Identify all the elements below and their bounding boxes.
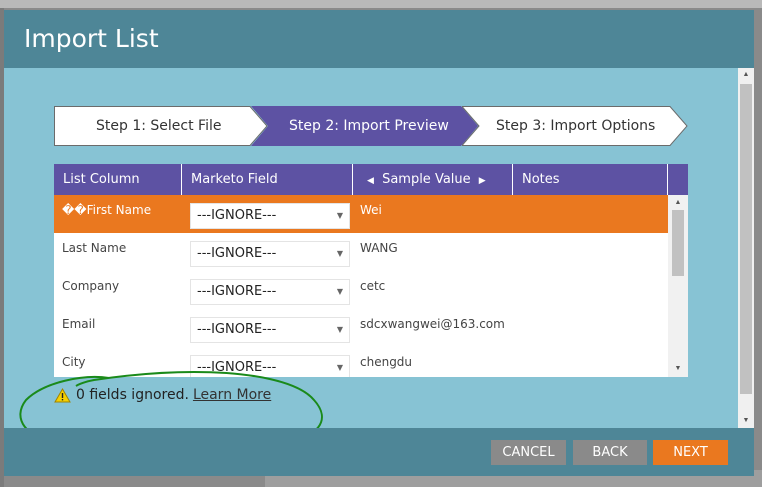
chevron-down-icon: ▼ [336,363,343,372]
cancel-button[interactable]: CANCEL [491,440,566,465]
row-sample-value: cetc [360,279,386,293]
chevron-right-icon[interactable]: ▶ [479,176,486,186]
marketo-field-select[interactable]: ---IGNORE--- ▼ [190,241,350,267]
table-row[interactable]: Email ---IGNORE--- ▼ sdcxwangwei@163.com [54,309,668,347]
marketo-field-select[interactable]: ---IGNORE--- ▼ [190,279,350,305]
row-sample-value: chengdu [360,355,413,369]
ignored-fields-notice: 0 fields ignored. Learn More [54,387,271,403]
chevron-down-icon: ▼ [336,211,343,220]
row-list-column: ��First Name [62,203,152,217]
column-header-list-column[interactable]: List Column [54,164,182,195]
preview-table: List Column Marketo Field ◀ Sample Value… [54,164,688,377]
scroll-thumb[interactable] [672,210,684,276]
chevron-left-icon[interactable]: ◀ [367,176,374,186]
row-list-column: Email [62,317,96,331]
step-2-label: Step 2: Import Preview [289,118,449,134]
ignored-fields-text: 0 fields ignored. [76,387,189,403]
background-top [0,0,762,8]
column-header-marketo-field[interactable]: Marketo Field [182,164,353,195]
marketo-field-select[interactable]: ---IGNORE--- ▼ [190,203,350,229]
step-1[interactable]: Step 1: Select File [54,106,268,146]
scroll-up-icon[interactable]: ▲ [668,197,688,209]
select-value: ---IGNORE--- [197,322,277,337]
select-value: ---IGNORE--- [197,360,277,375]
step-2[interactable]: Step 2: Import Preview [251,106,479,146]
marketo-field-select[interactable]: ---IGNORE--- ▼ [190,317,350,343]
row-list-column: City [62,355,86,369]
scroll-thumb[interactable] [740,84,752,394]
column-header-notes[interactable]: Notes [513,164,668,195]
table-row[interactable]: City ---IGNORE--- ▼ chengdu [54,347,668,377]
dialog-title: Import List [24,24,159,53]
select-value: ---IGNORE--- [197,208,277,223]
table-scrollbar[interactable]: ▲ ▼ [668,195,688,377]
back-button[interactable]: BACK [573,440,647,465]
dialog-scrollbar[interactable]: ▲ ▼ [738,68,754,428]
learn-more-link[interactable]: Learn More [193,387,271,403]
scroll-down-icon[interactable]: ▼ [738,414,754,428]
step-3-label: Step 3: Import Options [496,118,656,134]
step-3[interactable]: Step 3: Import Options [462,106,688,146]
table-body: ��First Name ---IGNORE--- ▼ Wei Last Nam… [54,195,668,377]
chevron-down-icon: ▼ [336,287,343,296]
dialog-footer: CANCEL BACK NEXT [4,428,754,476]
scroll-up-icon[interactable]: ▲ [738,68,754,82]
chevron-down-icon: ▼ [336,249,343,258]
chevron-down-icon: ▼ [336,325,343,334]
row-list-column: Company [62,279,120,293]
table-row[interactable]: Company ---IGNORE--- ▼ cetc [54,271,668,309]
table-header: List Column Marketo Field ◀ Sample Value… [54,164,688,195]
row-list-column: Last Name [62,241,127,255]
row-sample-value: sdcxwangwei@163.com [360,317,505,331]
table-row[interactable]: ��First Name ---IGNORE--- ▼ Wei [54,195,668,233]
warning-icon [54,387,71,402]
sample-value-label: Sample Value [382,172,471,187]
step-1-label: Step 1: Select File [96,118,222,134]
marketo-field-select[interactable]: ---IGNORE--- ▼ [190,355,350,377]
table-row[interactable]: Last Name ---IGNORE--- ▼ WANG [54,233,668,271]
next-button[interactable]: NEXT [653,440,728,465]
row-sample-value: WANG [360,241,398,255]
column-header-sample-value[interactable]: ◀ Sample Value ▶ [353,164,513,195]
scroll-down-icon[interactable]: ▼ [668,363,688,375]
row-sample-value: Wei [360,203,382,217]
select-value: ---IGNORE--- [197,246,277,261]
dialog-header: Import List [4,10,754,68]
select-value: ---IGNORE--- [197,284,277,299]
import-list-dialog: Import List ▲ ▼ Step 1: Select File Step… [4,10,754,476]
